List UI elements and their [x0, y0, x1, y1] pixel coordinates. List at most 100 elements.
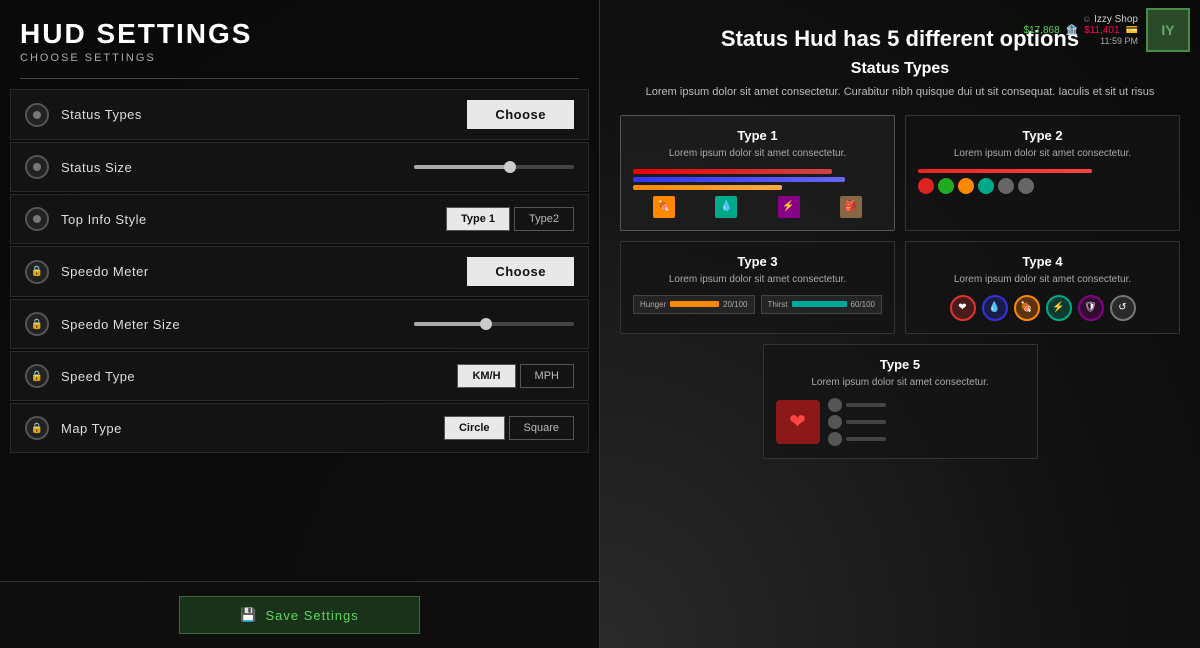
- type4-desc: Lorem ipsum dolor sit amet consectetur.: [918, 273, 1167, 287]
- save-label: Save Settings: [265, 608, 358, 623]
- map-type-label: Map Type: [61, 421, 444, 436]
- status-types-action: Choose: [467, 100, 574, 129]
- top-info-action: Type 1 Type2: [446, 207, 574, 231]
- circle-heart: ❤: [950, 295, 976, 321]
- status-types-choose-button[interactable]: Choose: [467, 100, 574, 129]
- speed-type-label: Speed Type: [61, 369, 457, 384]
- type5-row1: [828, 398, 886, 412]
- speedo-size-slider[interactable]: [414, 322, 574, 326]
- mini-bar-2: [846, 420, 886, 424]
- status-types-icon: [25, 103, 49, 127]
- menu-item-speedo-meter: 🔒 Speedo Meter Choose: [10, 246, 589, 297]
- right-panel: ☺ Izzy Shop $17,868 🏦 $11,401 💳 11:59 PM…: [600, 0, 1200, 648]
- type3-bar-thirst: Thirst 60/100: [761, 295, 883, 314]
- shop-money: $17,868 🏦 $11,401 💳: [1024, 25, 1138, 36]
- title-divider: [20, 78, 579, 79]
- map-type-icon: 🔒: [25, 416, 49, 440]
- type4-circles: ❤ 💧 🍖 ⚡ 🛡 ↺: [918, 295, 1167, 321]
- circle-armor: 🛡: [1078, 295, 1104, 321]
- mini-icon-3: [828, 432, 842, 446]
- menu-item-top-info: Top Info Style Type 1 Type2: [10, 194, 589, 244]
- speedo-meter-choose-button[interactable]: Choose: [467, 257, 574, 286]
- type5-row3: [828, 432, 886, 446]
- save-settings-button[interactable]: 💾 Save Settings: [179, 596, 419, 634]
- speed-kmh-button[interactable]: KM/H: [457, 364, 515, 388]
- type1-bar-blue: [633, 177, 845, 182]
- top-info-icon: [25, 207, 49, 231]
- speedo-size-label: Speedo Meter Size: [61, 317, 414, 332]
- status-size-action: [414, 165, 574, 169]
- lock-icon: 🔒: [31, 423, 43, 434]
- type2-title: Type 2: [918, 128, 1167, 143]
- map-circle-button[interactable]: Circle: [444, 416, 505, 440]
- type1-icons: 🍖 💧 ⚡ 🎒: [633, 196, 882, 218]
- dot-gray2: [1018, 178, 1034, 194]
- type1-icon-hunger: 🍖: [653, 196, 675, 218]
- type1-icon-misc: 🎒: [840, 196, 862, 218]
- dot-green: [938, 178, 954, 194]
- speedo-meter-action: Choose: [467, 257, 574, 286]
- status-types-label: Status Types: [61, 107, 467, 122]
- money-green-value: $17,868: [1024, 25, 1060, 36]
- section-title: Status Types: [620, 60, 1180, 78]
- speedo-meter-label: Speedo Meter: [61, 264, 467, 279]
- section-desc: Lorem ipsum dolor sit amet consectetur. …: [620, 84, 1180, 101]
- map-square-button[interactable]: Square: [509, 416, 574, 440]
- dot-gray: [998, 178, 1014, 194]
- type1-bar-red: [633, 169, 832, 174]
- type3-title: Type 3: [633, 254, 882, 269]
- types-grid: Type 1 Lorem ipsum dolor sit amet consec…: [620, 115, 1180, 334]
- circle-hunger: 🍖: [1014, 295, 1040, 321]
- speed-mph-button[interactable]: MPH: [520, 364, 574, 388]
- mini-bar-3: [846, 437, 886, 441]
- type1-bars: [633, 169, 882, 190]
- type3-fill-thirst: [792, 301, 847, 307]
- type5-card[interactable]: Type 5 Lorem ipsum dolor sit amet consec…: [763, 344, 1038, 459]
- shop-bar: ☺ Izzy Shop $17,868 🏦 $11,401 💳 11:59 PM…: [1024, 8, 1190, 52]
- type3-val-thirst: 60/100: [851, 300, 875, 309]
- save-icon: 💾: [240, 607, 257, 623]
- type3-bar-hunger: Hunger 20/100: [633, 295, 755, 314]
- dot-teal: [978, 178, 994, 194]
- save-bar: 💾 Save Settings: [0, 581, 599, 648]
- shop-username: ☺ Izzy Shop: [1082, 14, 1138, 25]
- type3-label-hunger: Hunger: [640, 300, 666, 309]
- speed-type-action: KM/H MPH: [457, 364, 574, 388]
- menu-item-map-type: 🔒 Map Type Circle Square: [10, 403, 589, 453]
- menu-item-speedo-size: 🔒 Speedo Meter Size: [10, 299, 589, 349]
- lock-icon: 🔒: [31, 371, 43, 382]
- menu-item-status-size: Status Size: [10, 142, 589, 192]
- type5-row-container: Type 5 Lorem ipsum dolor sit amet consec…: [620, 344, 1180, 459]
- slider-thumb[interactable]: [504, 161, 516, 173]
- shop-info: ☺ Izzy Shop $17,868 🏦 $11,401 💳 11:59 PM: [1024, 14, 1138, 46]
- menu-list: Status Types Choose Status Size To: [0, 89, 599, 581]
- type3-fill-hunger: [670, 301, 719, 307]
- money-red-value: $11,401: [1084, 25, 1119, 36]
- slider-fill: [414, 165, 510, 169]
- type5-visual: ❤: [776, 398, 1025, 446]
- speedo-meter-icon: 🔒: [25, 260, 49, 284]
- icon-dot: [33, 111, 41, 119]
- type3-bars: Hunger 20/100 Thirst 60/100: [633, 295, 882, 314]
- top-info-type1-button[interactable]: Type 1: [446, 207, 510, 231]
- type3-desc: Lorem ipsum dolor sit amet consectetur.: [633, 273, 882, 287]
- speed-type-icon: 🔒: [25, 364, 49, 388]
- circle-status: ⚡: [1046, 295, 1072, 321]
- type1-card[interactable]: Type 1 Lorem ipsum dolor sit amet consec…: [620, 115, 895, 231]
- type4-title: Type 4: [918, 254, 1167, 269]
- speedo-size-icon: 🔒: [25, 312, 49, 336]
- circle-water: 💧: [982, 295, 1008, 321]
- type1-icon-status: ⚡: [778, 196, 800, 218]
- type4-card[interactable]: Type 4 Lorem ipsum dolor sit amet consec…: [905, 241, 1180, 334]
- slider-thumb[interactable]: [480, 318, 492, 330]
- slider-fill: [414, 322, 486, 326]
- type3-card[interactable]: Type 3 Lorem ipsum dolor sit amet consec…: [620, 241, 895, 334]
- type2-desc: Lorem ipsum dolor sit amet consectetur.: [918, 147, 1167, 161]
- status-size-slider[interactable]: [414, 165, 574, 169]
- top-info-type2-button[interactable]: Type2: [514, 207, 574, 231]
- type2-dots: [918, 178, 1167, 194]
- type5-title: Type 5: [776, 357, 1025, 372]
- type2-card[interactable]: Type 2 Lorem ipsum dolor sit amet consec…: [905, 115, 1180, 231]
- shop-avatar: IY: [1146, 8, 1190, 52]
- type5-desc: Lorem ipsum dolor sit amet consectetur.: [776, 376, 1025, 390]
